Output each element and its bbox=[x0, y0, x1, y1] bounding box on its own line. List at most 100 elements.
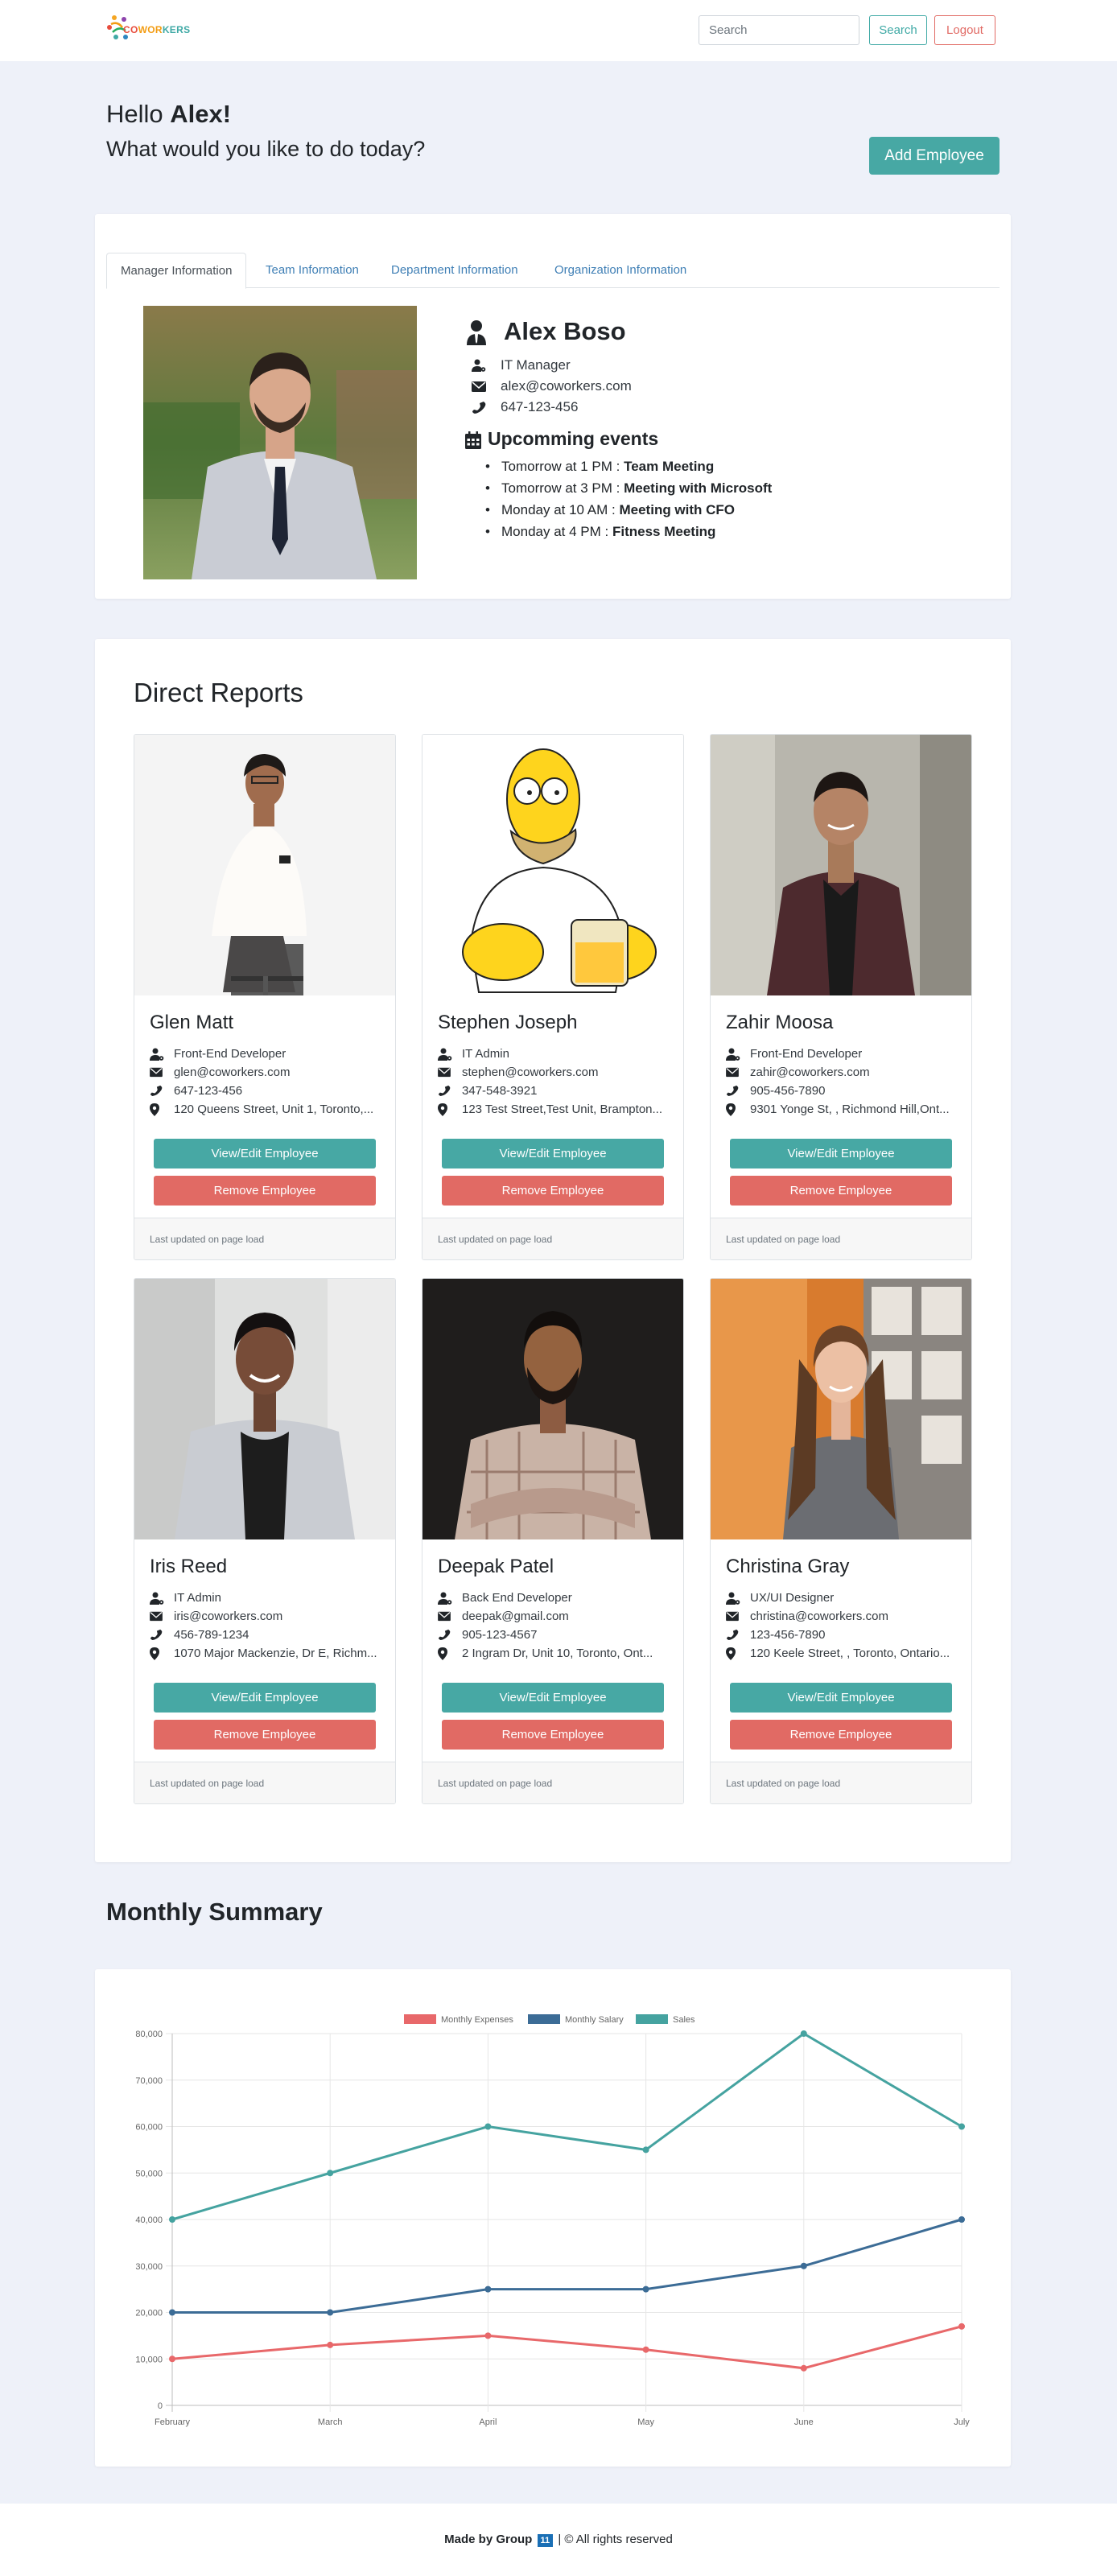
remove-employee-button[interactable]: Remove Employee bbox=[730, 1176, 952, 1206]
phone-icon bbox=[472, 402, 486, 414]
direct-reports-card: Direct Reports Glen Matt Front-End Develo… bbox=[95, 639, 1011, 1862]
phone-icon bbox=[727, 1629, 739, 1640]
logout-button[interactable]: Logout bbox=[934, 15, 995, 45]
employee-email: iris@coworkers.com bbox=[150, 1608, 391, 1626]
employee-card-footer: Last updated on page load bbox=[134, 1762, 395, 1803]
employee-role: Back End Developer bbox=[438, 1589, 679, 1607]
employee-address: 123 Test Street,Test Unit, Brampton... bbox=[438, 1101, 679, 1119]
employee-card: Glen Matt Front-End Developer glen@coworke… bbox=[134, 734, 396, 1260]
legend-swatch bbox=[404, 2014, 436, 2024]
y-tick-label: 30,000 bbox=[135, 2262, 163, 2272]
view-edit-employee-button[interactable]: View/Edit Employee bbox=[442, 1683, 664, 1713]
employee-card: Deepak Patel Back End Developer deepak@gma… bbox=[422, 1278, 684, 1804]
y-tick-label: 50,000 bbox=[135, 2169, 163, 2178]
employee-role: Front-End Developer bbox=[726, 1045, 967, 1063]
employee-name: Christina Gray bbox=[726, 1556, 850, 1577]
view-edit-employee-button[interactable]: View/Edit Employee bbox=[442, 1139, 664, 1168]
info-tabs: Manager Information Team Information Dep… bbox=[106, 253, 1000, 289]
event-item: Monday at 4 PM : Fitness Meeting bbox=[485, 521, 715, 542]
employee-address: 2 Ingram Dr, Unit 10, Toronto, Ont... bbox=[438, 1645, 679, 1663]
employee-card: Zahir Moosa Front-End Developer zahir@cowo… bbox=[710, 734, 972, 1260]
data-point bbox=[800, 2364, 807, 2372]
remove-employee-button[interactable]: Remove Employee bbox=[154, 1176, 376, 1206]
view-edit-employee-button[interactable]: View/Edit Employee bbox=[730, 1139, 952, 1168]
event-item: Monday at 10 AM : Meeting with CFO bbox=[485, 500, 735, 521]
employee-photo bbox=[134, 1279, 395, 1539]
y-tick-label: 10,000 bbox=[135, 2355, 163, 2364]
employee-role: UX/UI Designer bbox=[726, 1589, 967, 1607]
manager-title-row: IT Manager bbox=[472, 356, 571, 375]
x-tick-label: June bbox=[794, 2417, 814, 2427]
employee-email: deepak@gmail.com bbox=[438, 1608, 679, 1626]
search-input[interactable] bbox=[699, 15, 859, 45]
x-tick-label: April bbox=[479, 2417, 497, 2427]
employee-email: zahir@coworkers.com bbox=[726, 1064, 967, 1082]
y-tick-label: 20,000 bbox=[135, 2309, 163, 2318]
data-point bbox=[484, 2332, 492, 2339]
group-badge: 11 bbox=[537, 2534, 554, 2547]
employee-phone: 647-123-456 bbox=[150, 1082, 391, 1100]
legend-label: Sales bbox=[673, 2015, 695, 2025]
y-tick-label: 40,000 bbox=[135, 2215, 163, 2225]
employee-phone: 905-456-7890 bbox=[726, 1082, 967, 1100]
x-tick-label: July bbox=[954, 2417, 970, 2427]
legend-label: Monthly Expenses bbox=[441, 2015, 513, 2025]
employee-card-footer: Last updated on page load bbox=[711, 1762, 971, 1803]
view-edit-employee-button[interactable]: View/Edit Employee bbox=[154, 1139, 376, 1168]
data-point bbox=[169, 2355, 175, 2363]
logo-text: COWORKERS bbox=[123, 24, 191, 35]
phone-icon bbox=[439, 1629, 451, 1640]
employee-email: stephen@coworkers.com bbox=[438, 1064, 679, 1082]
remove-employee-button[interactable]: Remove Employee bbox=[442, 1720, 664, 1750]
legend-swatch bbox=[636, 2014, 668, 2024]
greeting-user-name: Alex! bbox=[170, 100, 232, 128]
employee-photo bbox=[711, 1279, 971, 1539]
user-cog-icon bbox=[726, 1592, 740, 1605]
manager-phone: 647-123-456 bbox=[501, 399, 579, 414]
add-employee-button[interactable]: Add Employee bbox=[869, 137, 1000, 175]
remove-employee-button[interactable]: Remove Employee bbox=[154, 1720, 376, 1750]
remove-employee-button[interactable]: Remove Employee bbox=[730, 1720, 952, 1750]
employee-photo bbox=[134, 735, 395, 995]
employee-photo bbox=[711, 735, 971, 995]
data-point bbox=[327, 2170, 334, 2177]
tab-team-information[interactable]: Team Information bbox=[252, 253, 373, 288]
tab-manager-information[interactable]: Manager Information bbox=[106, 253, 247, 289]
legend-swatch bbox=[528, 2014, 560, 2024]
upcoming-events-title: Upcomming events bbox=[488, 428, 659, 449]
employee-name: Zahir Moosa bbox=[726, 1012, 834, 1033]
x-tick-label: May bbox=[637, 2417, 654, 2427]
series-line bbox=[171, 2325, 962, 2370]
data-point bbox=[327, 2341, 334, 2348]
manager-card: Manager Information Team Information Dep… bbox=[95, 214, 1011, 599]
data-point bbox=[800, 2262, 807, 2269]
legend-label: Monthly Salary bbox=[565, 2015, 624, 2025]
employee-address: 1070 Major Mackenzie, Dr E, Richm... bbox=[150, 1645, 391, 1663]
employee-photo bbox=[422, 1279, 683, 1539]
y-tick-label: 80,000 bbox=[135, 2030, 163, 2039]
employee-card-footer: Last updated on page load bbox=[422, 1762, 683, 1803]
employee-name: Iris Reed bbox=[150, 1556, 228, 1577]
remove-employee-button[interactable]: Remove Employee bbox=[442, 1176, 664, 1206]
user-cog-icon bbox=[150, 1048, 164, 1061]
data-point bbox=[327, 2309, 334, 2316]
x-tick-label: February bbox=[155, 2417, 191, 2427]
tab-department-information[interactable]: Department Information bbox=[377, 253, 532, 288]
data-point bbox=[642, 2285, 649, 2293]
footer-text: Made by Group 11 | © All rights reserved bbox=[444, 2533, 673, 2547]
data-point bbox=[484, 2285, 492, 2293]
envelope-icon bbox=[726, 1611, 739, 1622]
view-edit-employee-button[interactable]: View/Edit Employee bbox=[730, 1683, 952, 1713]
manager-phone-row: 647-123-456 bbox=[472, 398, 578, 417]
employee-phone: 456-789-1234 bbox=[150, 1626, 391, 1644]
view-edit-employee-button[interactable]: View/Edit Employee bbox=[154, 1683, 376, 1713]
employee-photo bbox=[422, 735, 683, 995]
tab-organization-information[interactable]: Organization Information bbox=[541, 253, 700, 288]
map-marker-icon bbox=[726, 1103, 736, 1116]
envelope-icon bbox=[150, 1067, 163, 1078]
envelope-icon bbox=[472, 381, 486, 392]
search-button[interactable]: Search bbox=[869, 15, 927, 45]
data-point bbox=[169, 2309, 175, 2316]
event-item: Tomorrow at 1 PM : Team Meeting bbox=[485, 456, 714, 477]
employee-email: glen@coworkers.com bbox=[150, 1064, 391, 1082]
